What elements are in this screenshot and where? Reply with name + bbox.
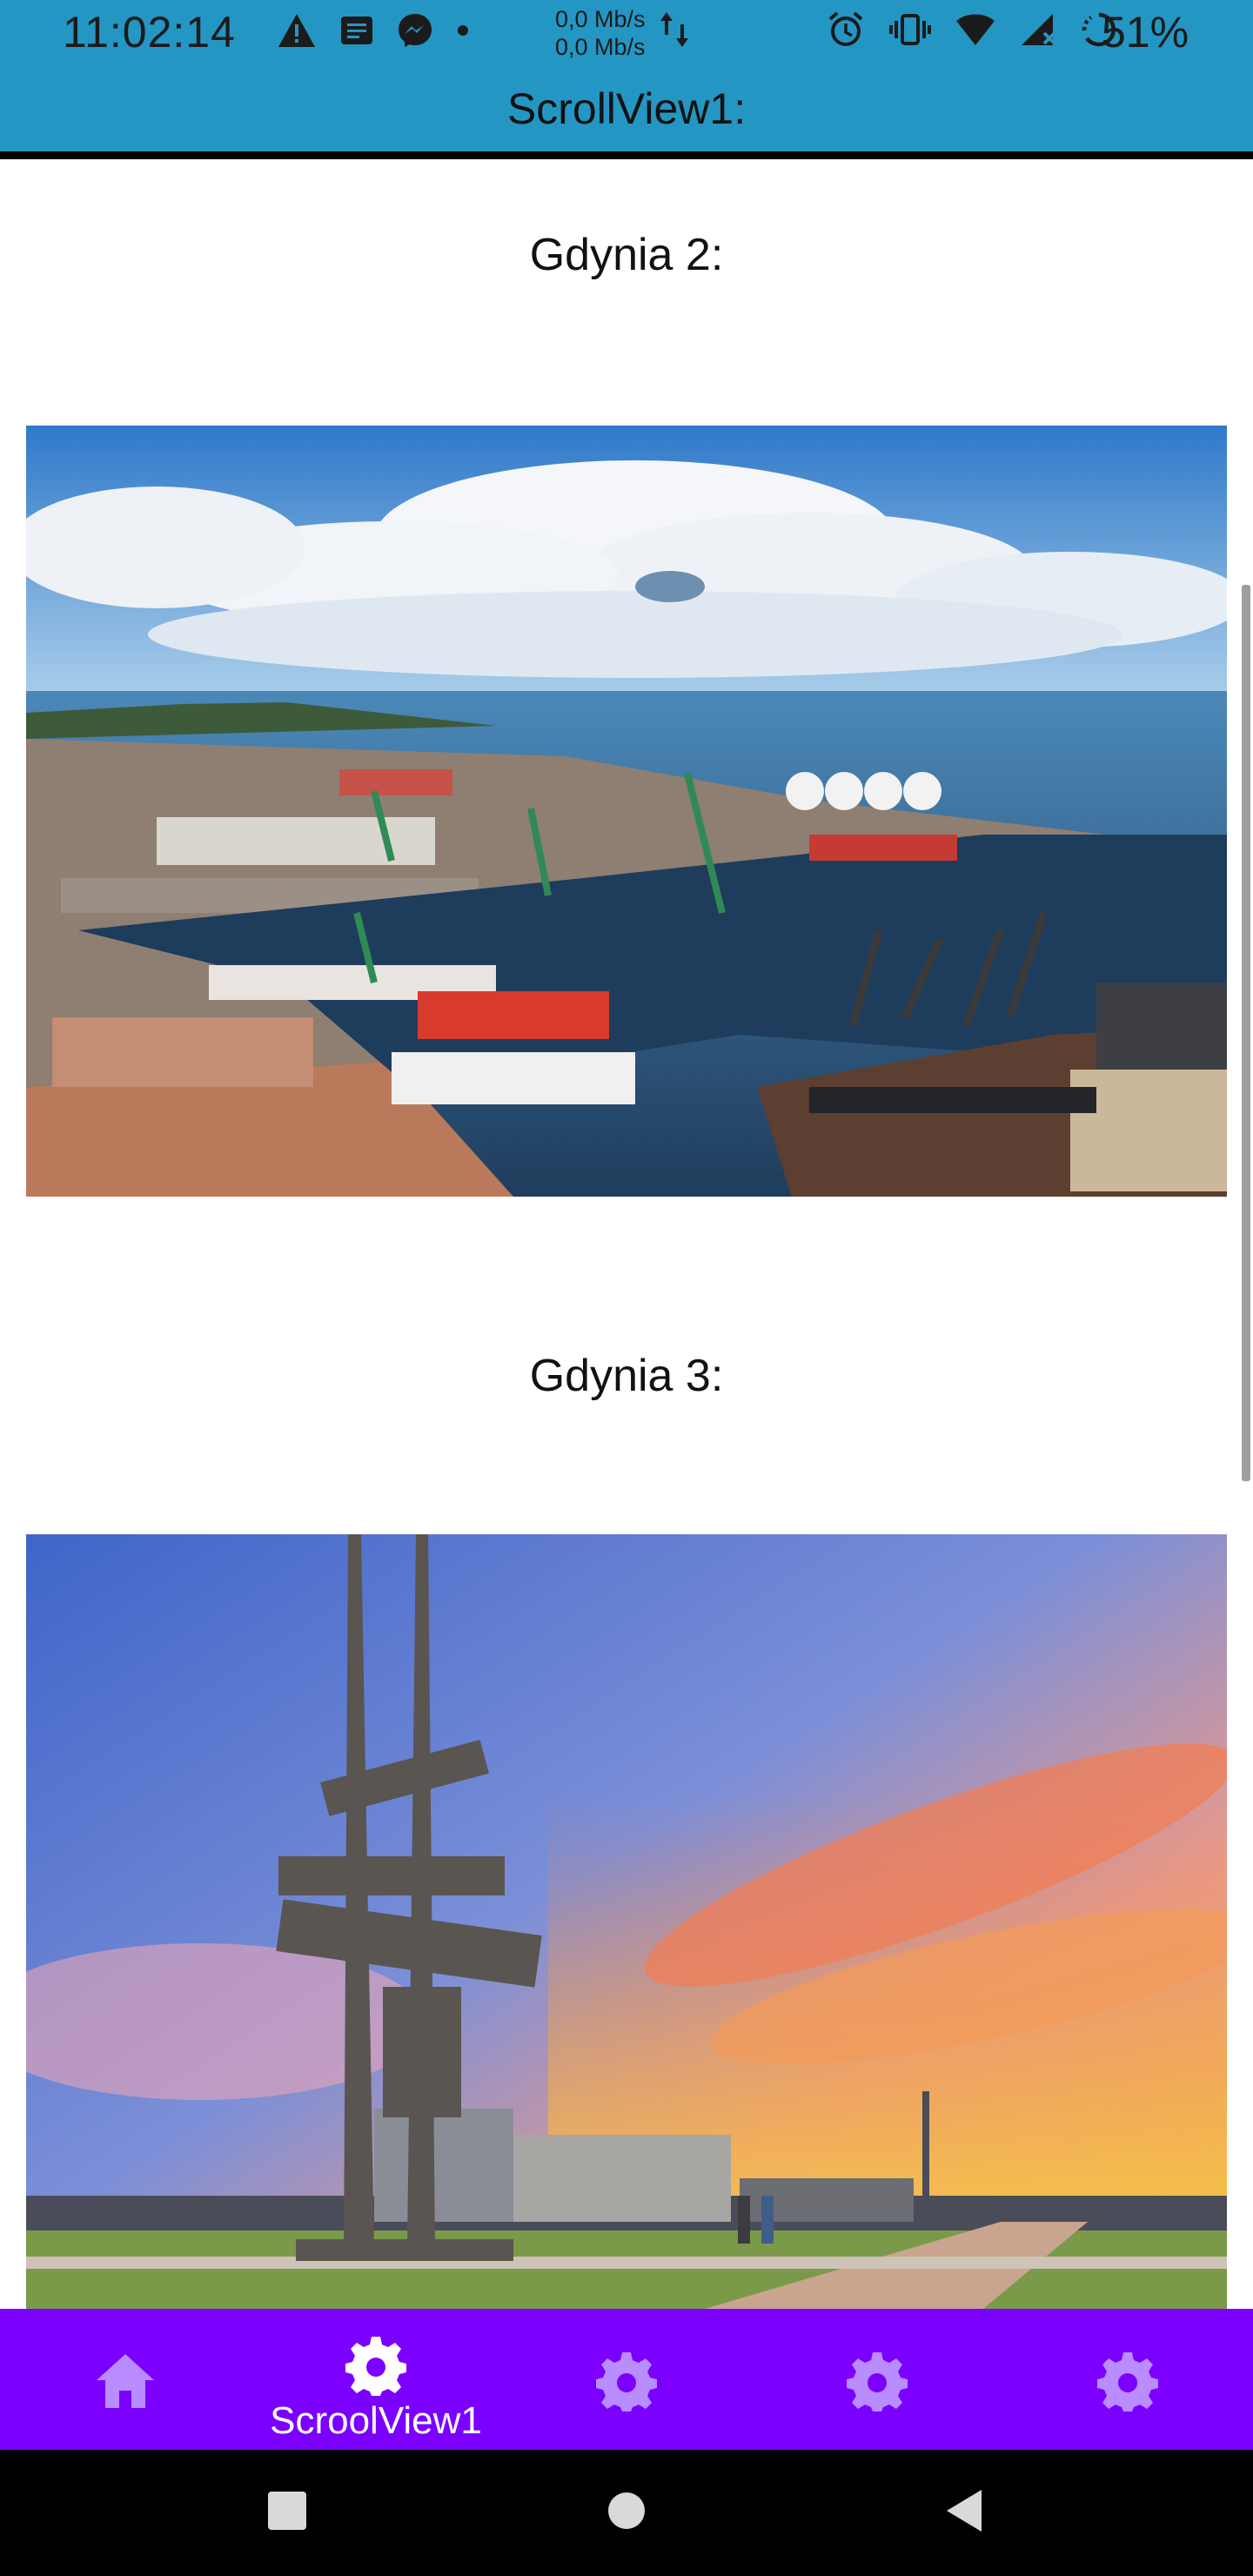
data-transfer-icon [659,10,690,53]
nav-label-scroolview1: ScroolView1 [270,2399,482,2442]
back-button[interactable] [929,2450,999,2576]
network-speed: 0,0 Mb/s 0,0 Mb/s [555,5,646,61]
gdynia-port-photo [26,426,1227,1197]
message-icon [339,13,374,48]
notification-icons [277,12,470,49]
alarm-icon [827,10,865,53]
scroll-indicator[interactable] [1242,585,1250,1481]
gear-icon [847,2351,908,2416]
vibrate-icon [889,12,931,51]
gear-icon [596,2351,657,2416]
gdynia-monument-photo [26,1534,1227,2309]
system-status-icons [827,10,1117,53]
status-time: 11:02:14 [63,8,236,57]
status-bar: 11:02:14 0,0 Mb/s 0,0 Mb/s 51% [0,0,1253,70]
section-title-gdynia-2: Gdynia 2: [529,230,724,280]
home-icon [95,2352,156,2414]
gear-icon [1097,2351,1158,2416]
net-speed-down: 0,0 Mb/s [555,34,646,60]
home-circle-icon [606,2490,647,2536]
nav-item-home[interactable] [0,2309,251,2450]
scroll-view[interactable]: Gdynia 2: Gdynia 3: [0,159,1253,2309]
gear-icon [345,2335,406,2400]
home-system-button[interactable] [592,2450,661,2576]
wifi-icon [955,12,995,51]
recents-button[interactable] [252,2450,322,2576]
system-navigation-bar [0,2450,1253,2576]
bottom-navigation: ScroolView1 [0,2309,1253,2450]
messenger-icon [397,12,433,49]
net-speed-up: 0,0 Mb/s [555,6,646,32]
recents-icon [266,2490,308,2536]
battery-percentage: 51% [1102,8,1189,57]
page-title: ScrollView1: [506,84,747,133]
nav-item-settings-3[interactable] [1002,2309,1253,2450]
warning-icon [277,12,317,49]
signal-icon [1020,12,1056,51]
back-triangle-icon [943,2488,985,2538]
app-screen: 11:02:14 0,0 Mb/s 0,0 Mb/s 51% ScrollVie… [0,0,1253,2576]
section-title-gdynia-3: Gdynia 3: [529,1351,724,1401]
app-toolbar: ScrollView1: [0,70,1253,159]
nav-item-scroolview1[interactable]: ScroolView1 [251,2309,501,2450]
nav-item-settings-1[interactable] [501,2309,752,2450]
nav-item-settings-2[interactable] [752,2309,1002,2450]
dot-icon [456,23,470,37]
